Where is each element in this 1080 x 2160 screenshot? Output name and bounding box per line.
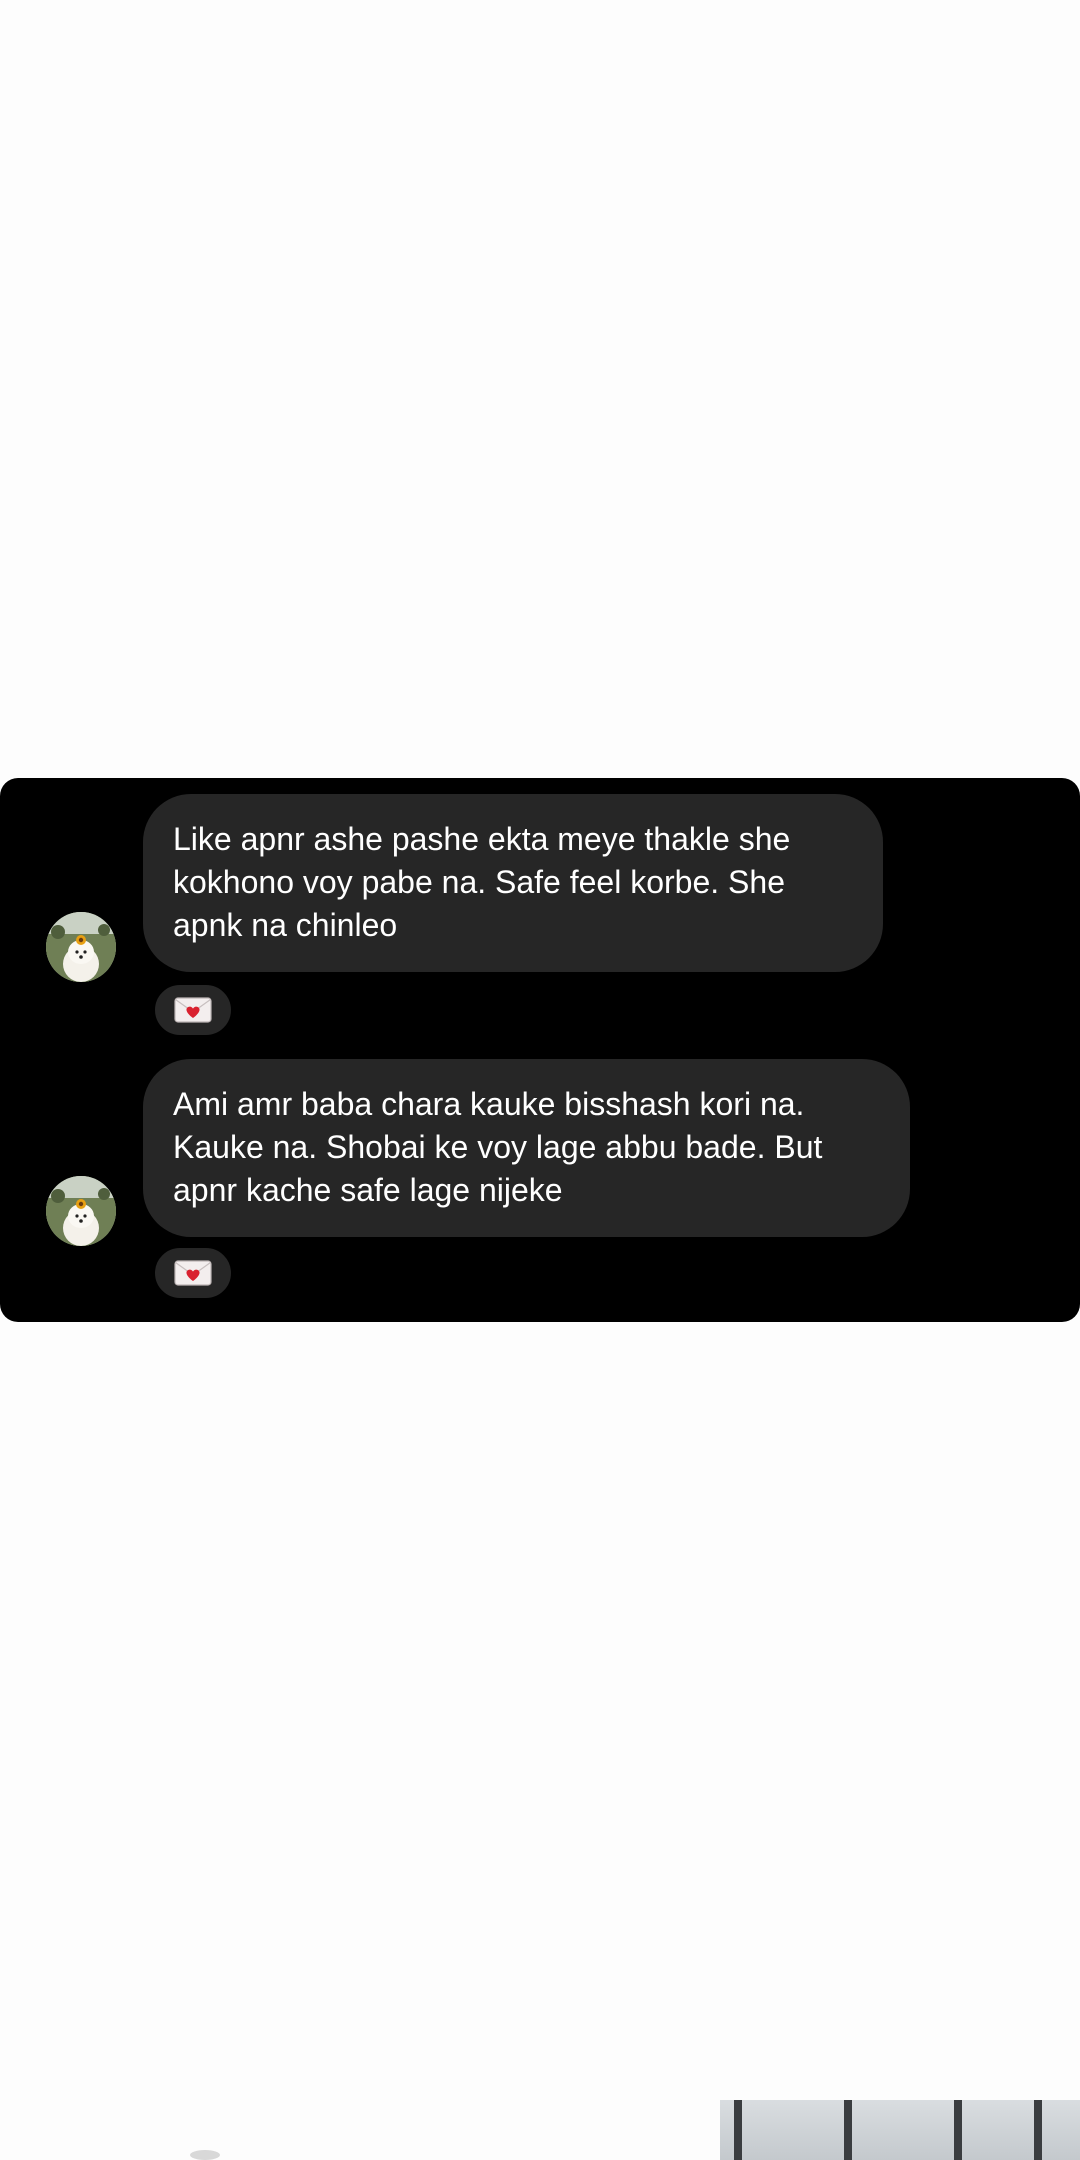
love-letter-icon bbox=[174, 1260, 212, 1286]
sender-avatar[interactable] bbox=[46, 1176, 116, 1246]
background-photo-fragment bbox=[720, 2100, 1080, 2160]
reaction-badge[interactable] bbox=[152, 1245, 234, 1301]
message-bubble[interactable]: Ami amr baba chara kauke bisshash kori n… bbox=[143, 1059, 910, 1237]
message-text: Like apnr ashe pashe ekta meye thakle sh… bbox=[173, 821, 791, 943]
background-smudge bbox=[190, 2150, 220, 2160]
dog-avatar-icon bbox=[46, 1176, 116, 1246]
love-letter-icon bbox=[174, 997, 212, 1023]
dog-avatar-icon bbox=[46, 912, 116, 982]
message-bubble[interactable]: Like apnr ashe pashe ekta meye thakle sh… bbox=[143, 794, 883, 972]
chat-thread-card: Like apnr ashe pashe ekta meye thakle sh… bbox=[0, 778, 1080, 1322]
reaction-badge[interactable] bbox=[152, 982, 234, 1038]
message-text: Ami amr baba chara kauke bisshash kori n… bbox=[173, 1086, 823, 1208]
sender-avatar[interactable] bbox=[46, 912, 116, 982]
screen: Like apnr ashe pashe ekta meye thakle sh… bbox=[0, 0, 1080, 2160]
